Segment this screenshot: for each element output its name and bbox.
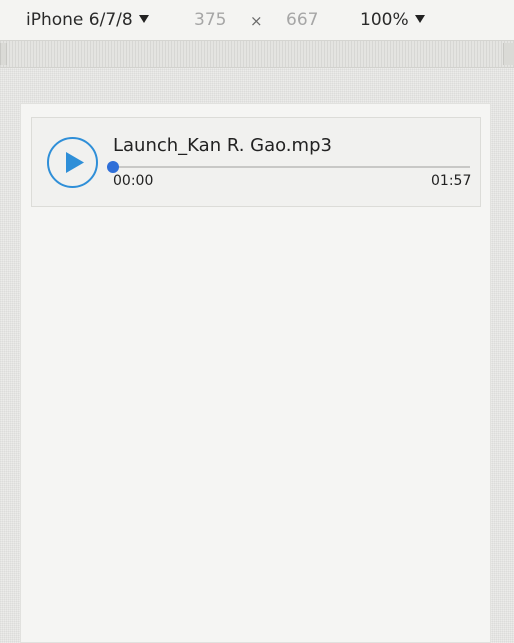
progress-track [112,166,470,168]
total-time: 01:57 [431,173,472,189]
caret-down-icon [138,15,149,23]
track-title: Launch_Kan R. Gao.mp3 [113,135,332,156]
progress-bar[interactable] [107,161,470,173]
page-viewport: Launch_Kan R. Gao.mp3 00:00 01:57 [20,103,491,643]
media-query-ruler [0,41,514,68]
dimension-separator: × [250,12,263,30]
ruler-segment[interactable] [0,43,7,65]
progress-handle[interactable] [107,161,119,173]
width-field[interactable]: 375 [194,9,226,31]
device-toolbar: iPhone 6/7/8 375 × 667 100% [0,0,514,41]
play-icon [66,152,84,173]
current-time: 00:00 [113,173,154,189]
ruler-segment[interactable] [503,43,514,65]
device-select[interactable]: iPhone 6/7/8 [26,9,149,31]
height-field[interactable]: 667 [286,9,318,31]
zoom-select-label: 100% [360,10,409,30]
device-select-label: iPhone 6/7/8 [26,10,133,30]
audio-player: Launch_Kan R. Gao.mp3 00:00 01:57 [31,117,481,207]
caret-down-icon [414,15,425,23]
zoom-select[interactable]: 100% [360,9,425,31]
play-button[interactable] [47,137,98,188]
